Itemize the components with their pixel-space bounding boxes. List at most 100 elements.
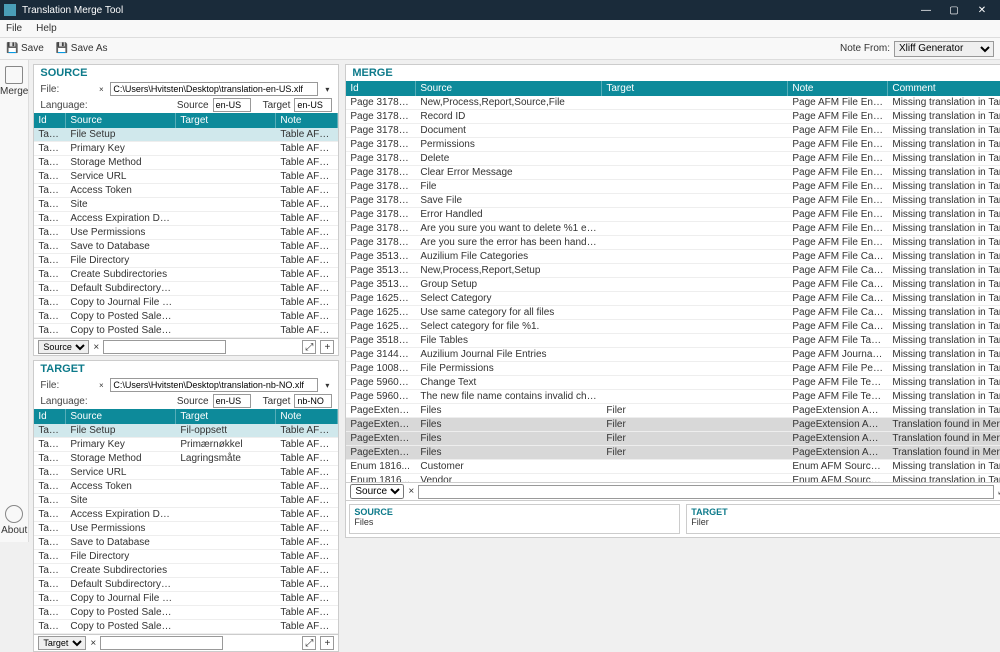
table-row[interactable]: Tabl...File DirectoryTable AFM File S... <box>34 254 338 268</box>
clear-source-file-icon[interactable]: × <box>96 84 106 94</box>
table-row[interactable]: Page 35132...Group SetupPage AFM File Ca… <box>346 278 1000 292</box>
table-row[interactable]: Page 10087...File PermissionsPage AFM Fi… <box>346 362 1000 376</box>
note-from-label: Note From: <box>840 43 890 54</box>
table-row[interactable]: Page 31786...Are you sure you want to de… <box>346 222 1000 236</box>
table-row[interactable]: Page 31786...DocumentPage AFM File Entri… <box>346 124 1000 138</box>
table-row[interactable]: Page 35132...New,Process,Report,SetupPag… <box>346 264 1000 278</box>
table-row[interactable]: Tabl...Copy to Posted Sales ShipmentTabl… <box>34 310 338 324</box>
source-expand-icon[interactable]: ⤢ <box>302 340 316 354</box>
source-grid[interactable]: Id Source Target Note Tabl...File SetupT… <box>34 113 338 338</box>
source-src-lang[interactable] <box>213 98 251 112</box>
table-row[interactable]: Tabl...Service URLTable AFM File S... <box>34 466 338 480</box>
table-row[interactable]: Page 31786...Save FilePage AFM File Entr… <box>346 194 1000 208</box>
table-row[interactable]: Tabl...Access Expiration Date/TimeTable … <box>34 212 338 226</box>
table-row[interactable]: Tabl...Use PermissionsTable AFM File S..… <box>34 226 338 240</box>
table-row[interactable]: Enum 1816...VendorEnum AFM Source Type -… <box>346 474 1000 482</box>
target-file-dropdown-icon[interactable]: ▾ <box>322 380 332 390</box>
table-row[interactable]: Tabl...SiteTable AFM File S... <box>34 198 338 212</box>
table-row[interactable]: Tabl...Primary KeyTable AFM File S... <box>34 142 338 156</box>
table-row[interactable]: PageExtens...FilesFilerPageExtension AFM… <box>346 418 1000 432</box>
source-add-icon[interactable]: + <box>320 340 334 354</box>
table-row[interactable]: Page 31786...PermissionsPage AFM File En… <box>346 138 1000 152</box>
table-row[interactable]: Page 31786...Error HandledPage AFM File … <box>346 208 1000 222</box>
table-row[interactable]: Tabl...Copy to Posted Sales ShipmentTabl… <box>34 606 338 620</box>
target-src-lang[interactable] <box>213 394 251 408</box>
table-row[interactable]: PageExtens...FilesFilerPageExtension AFM… <box>346 432 1000 446</box>
source-filter-field[interactable]: Source <box>38 340 89 354</box>
table-row[interactable]: Tabl...Copy to Journal File EntriesTable… <box>34 592 338 606</box>
target-grid[interactable]: Id Source Target Note Tabl...File SetupF… <box>34 409 338 634</box>
merge-filter-input[interactable] <box>418 485 994 499</box>
source-filter-clear[interactable]: × <box>93 342 99 353</box>
menu-file[interactable]: File <box>6 23 22 34</box>
table-row[interactable]: Page 31786...Are you sure the error has … <box>346 236 1000 250</box>
table-row[interactable]: Tabl...Create SubdirectoriesTable AFM Fi… <box>34 564 338 578</box>
table-row[interactable]: Page 59608...The new file name contains … <box>346 390 1000 404</box>
table-row[interactable]: Tabl...Create SubdirectoriesTable AFM Fi… <box>34 268 338 282</box>
table-row[interactable]: Page 16257...Select CategoryPage AFM Fil… <box>346 292 1000 306</box>
note-from-select[interactable]: Xliff Generator <box>894 41 994 57</box>
target-file-input[interactable] <box>110 378 318 392</box>
table-row[interactable]: Page 31786...Clear Error MessagePage AFM… <box>346 166 1000 180</box>
table-row[interactable]: Tabl...File DirectoryTable AFM File S... <box>34 550 338 564</box>
table-row[interactable]: Tabl...File SetupTable AFM File S... <box>34 128 338 142</box>
menu-help[interactable]: Help <box>36 23 57 34</box>
maximize-button[interactable]: ▢ <box>940 0 968 20</box>
source-filter-input[interactable] <box>103 340 226 354</box>
table-row[interactable]: Tabl...Service URLTable AFM File S... <box>34 170 338 184</box>
save-as-button[interactable]: 💾 Save As <box>56 43 108 55</box>
merge-grid[interactable]: Id Source Target Note Comment Page 31786… <box>346 81 1000 482</box>
detail-target-box: TARGET Filer <box>686 504 1000 534</box>
source-file-input[interactable] <box>110 82 318 96</box>
table-row[interactable]: Tabl...Access TokenTable AFM File S... <box>34 480 338 494</box>
close-button[interactable]: ✕ <box>968 0 996 20</box>
target-filter-clear[interactable]: × <box>90 638 96 649</box>
table-row[interactable]: Tabl...Default Subdirectory NameTable AF… <box>34 282 338 296</box>
table-row[interactable]: Page 31786...FilePage AFM File Entries -… <box>346 180 1000 194</box>
table-row[interactable]: Tabl...Copy to Journal File EntriesTable… <box>34 296 338 310</box>
table-row[interactable]: Tabl...Storage MethodTable AFM File S... <box>34 156 338 170</box>
target-expand-icon[interactable]: ⤢ <box>302 636 316 650</box>
sidebar-item-about[interactable]: About <box>1 505 27 536</box>
target-lang-label: Language: <box>40 396 92 407</box>
merge-filter-field[interactable]: Source <box>350 484 404 499</box>
table-row[interactable]: Page 31786...Record IDPage AFM File Entr… <box>346 110 1000 124</box>
table-row[interactable]: Tabl...Save to DatabaseTable AFM File S.… <box>34 536 338 550</box>
sidebar-item-merge[interactable]: Merge <box>0 66 28 97</box>
source-panel: SOURCE File: × ▾ Language: Source Target <box>33 64 339 356</box>
table-row[interactable]: Tabl...Primary KeyPrimærnøkkelTable AFM … <box>34 438 338 452</box>
table-row[interactable]: Tabl...Storage MethodLagringsmåteTable A… <box>34 452 338 466</box>
table-row[interactable]: Page 59608...Change TextPage AFM File Te… <box>346 376 1000 390</box>
table-row[interactable]: Page 35132...Auzilium File CategoriesPag… <box>346 250 1000 264</box>
minimize-button[interactable]: — <box>912 0 940 20</box>
table-row[interactable]: Tabl...File SetupFil-oppsettTable AFM Fi… <box>34 424 338 438</box>
merge-filter-clear[interactable]: × <box>408 486 414 497</box>
table-row[interactable]: Tabl...Access TokenTable AFM File S... <box>34 184 338 198</box>
table-row[interactable]: Tabl...SiteTable AFM File S... <box>34 494 338 508</box>
table-row[interactable]: Page 35188...File TablesPage AFM File Ta… <box>346 334 1000 348</box>
table-row[interactable]: Tabl...Access Expiration Date/TimeTable … <box>34 508 338 522</box>
table-row[interactable]: Tabl...Use PermissionsTable AFM File S..… <box>34 522 338 536</box>
table-row[interactable]: Page 31786...New,Process,Report,Source,F… <box>346 96 1000 110</box>
table-row[interactable]: Tabl...Save to DatabaseTable AFM File S.… <box>34 240 338 254</box>
target-filter-input[interactable] <box>100 636 223 650</box>
detail-source-value: Files <box>354 517 675 527</box>
source-file-dropdown-icon[interactable]: ▾ <box>322 84 332 94</box>
save-button[interactable]: 💾 Save <box>6 43 44 55</box>
table-row[interactable]: Tabl...Default Subdirectory NameTable AF… <box>34 578 338 592</box>
target-tgt-lang[interactable] <box>294 394 332 408</box>
target-grid-footer: Target × ⤢ + <box>34 634 338 651</box>
table-row[interactable]: Enum 1816...CustomerEnum AFM Source Type… <box>346 460 1000 474</box>
table-row[interactable]: PageExtens...FilesFilerPageExtension AFM… <box>346 446 1000 460</box>
table-row[interactable]: Tabl...Copy to Posted Sales InvoiceTable… <box>34 324 338 338</box>
clear-target-file-icon[interactable]: × <box>96 380 106 390</box>
table-row[interactable]: Page 16257...Use same category for all f… <box>346 306 1000 320</box>
target-add-icon[interactable]: + <box>320 636 334 650</box>
table-row[interactable]: Page 31786...DeletePage AFM File Entries… <box>346 152 1000 166</box>
source-tgt-lang[interactable] <box>294 98 332 112</box>
target-filter-field[interactable]: Target <box>38 636 86 650</box>
table-row[interactable]: Page 31445...Auzilium Journal File Entri… <box>346 348 1000 362</box>
table-row[interactable]: Page 16257...Select category for file %1… <box>346 320 1000 334</box>
table-row[interactable]: PageExtens...FilesFilerPageExtension AFM… <box>346 404 1000 418</box>
table-row[interactable]: Tabl...Copy to Posted Sales InvoiceTable… <box>34 620 338 634</box>
